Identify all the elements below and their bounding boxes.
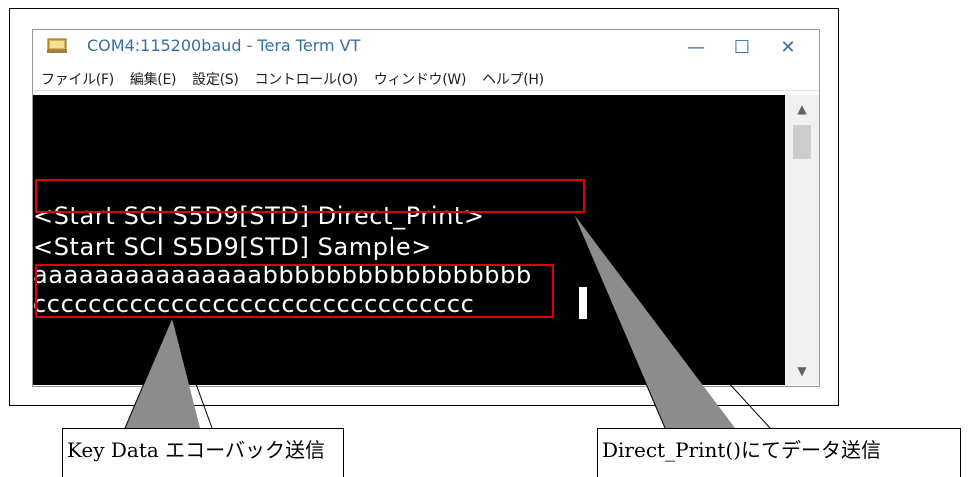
direct-print-callout-label: Direct_Print()にてデータ送信 xyxy=(597,428,961,477)
title-bar[interactable]: COM4:115200baud - Tera Term VT — ☐ ✕ xyxy=(33,30,819,64)
maximize-button[interactable]: ☐ xyxy=(719,30,765,64)
direct-print-highlight xyxy=(35,179,585,213)
menu-setup[interactable]: 設定(S) xyxy=(184,69,246,89)
scroll-thumb[interactable] xyxy=(793,125,811,159)
key-data-highlight xyxy=(35,264,554,318)
minimize-button[interactable]: — xyxy=(673,30,719,64)
vertical-scrollbar[interactable]: ▲ ▼ xyxy=(785,95,819,385)
menu-file[interactable]: ファイル(F) xyxy=(33,69,122,89)
close-button[interactable]: ✕ xyxy=(765,30,811,64)
terminal-area[interactable]: <Start SCI S5D9[STD] Direct_Print> <Star… xyxy=(33,95,785,385)
scroll-down-arrow-icon[interactable]: ▼ xyxy=(785,357,819,385)
text-cursor xyxy=(579,287,587,319)
terminal-line: <Start SCI S5D9[STD] Sample> xyxy=(33,233,432,261)
scroll-up-arrow-icon[interactable]: ▲ xyxy=(785,95,819,123)
menu-window[interactable]: ウィンドウ(W) xyxy=(366,69,474,89)
tera-term-app-icon xyxy=(47,38,67,53)
menu-control[interactable]: コントロール(O) xyxy=(246,69,365,89)
window-title: COM4:115200baud - Tera Term VT xyxy=(87,36,361,55)
menu-bar: ファイル(F) 編集(E) 設定(S) コントロール(O) ウィンドウ(W) ヘ… xyxy=(33,68,819,91)
key-data-callout-label: Key Data エコーバック送信 xyxy=(62,428,344,477)
menu-help[interactable]: ヘルプ(H) xyxy=(474,69,552,89)
menu-edit[interactable]: 編集(E) xyxy=(122,69,184,89)
